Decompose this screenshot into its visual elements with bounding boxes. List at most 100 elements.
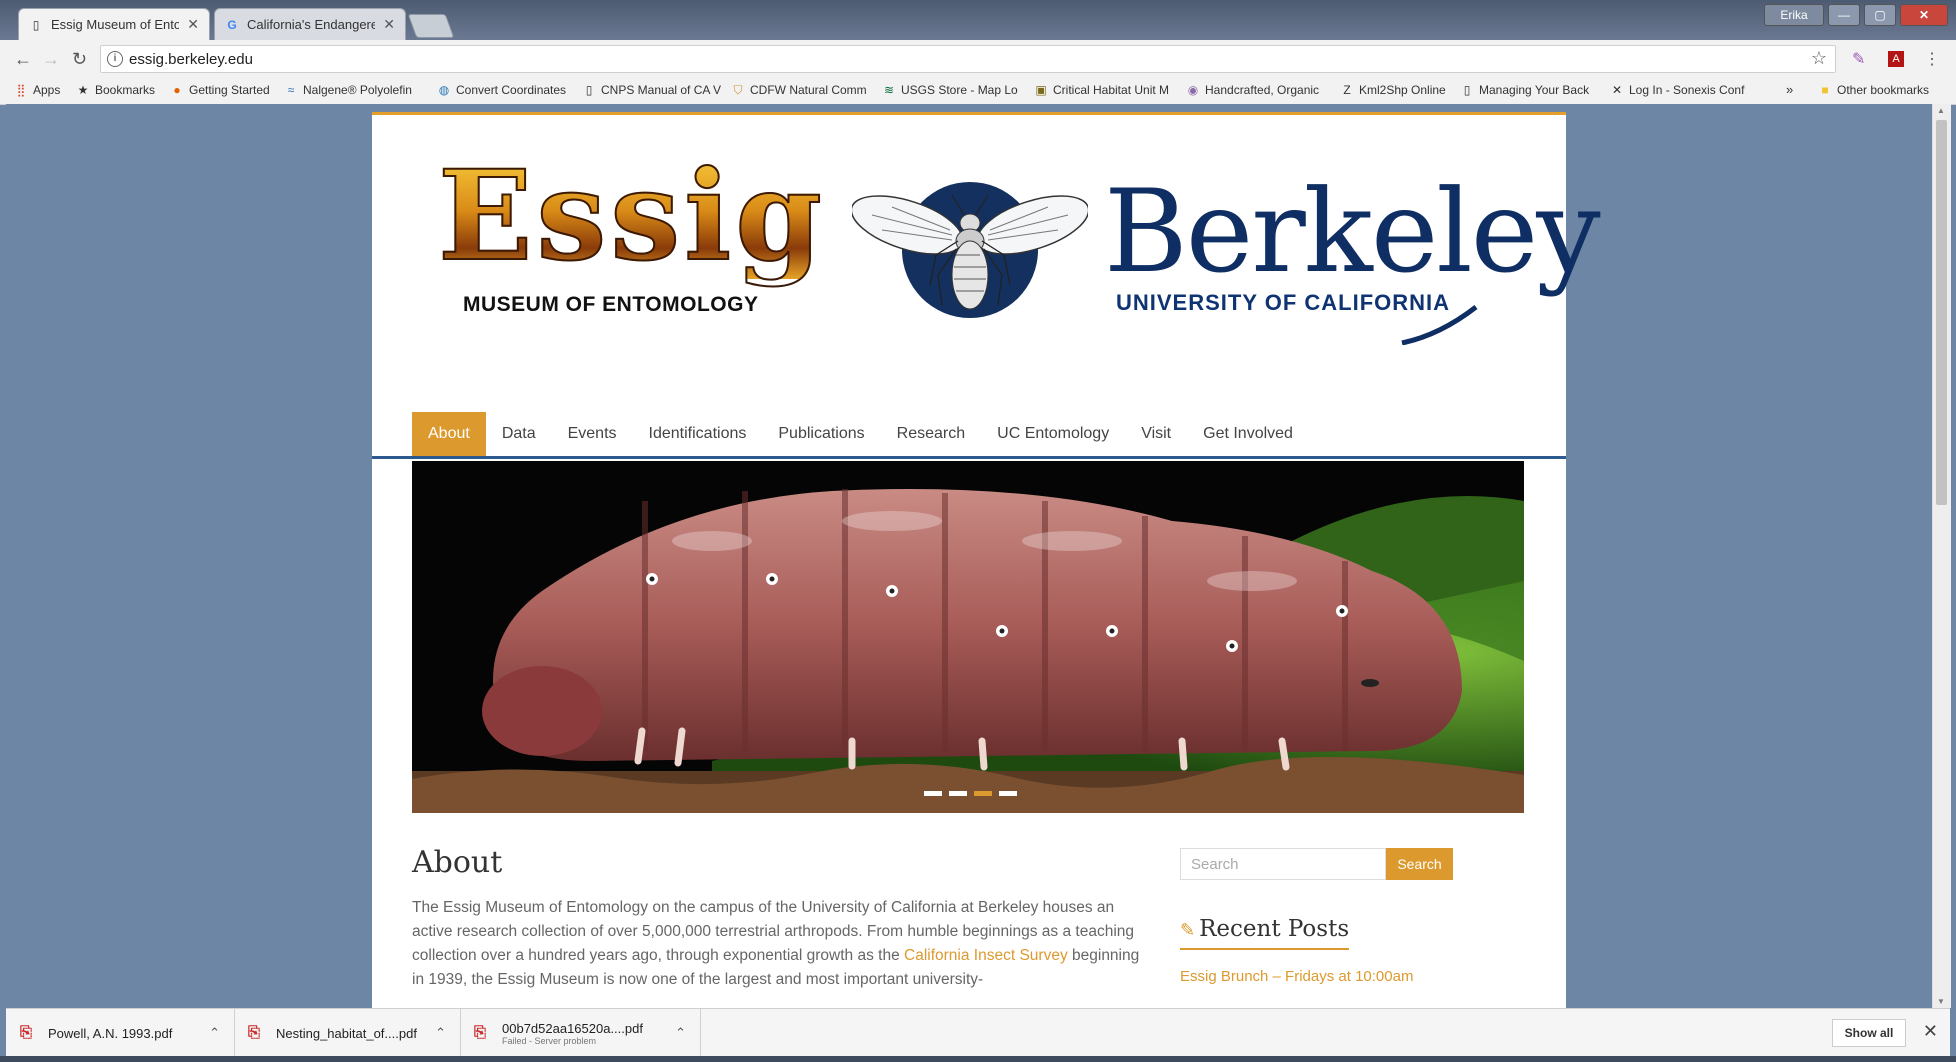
tab-california-endangered[interactable]: G California's Endangered ✕ bbox=[214, 8, 406, 40]
main-content: About The Essig Museum of Entomology on … bbox=[412, 845, 1152, 992]
essig-wordmark: Essig bbox=[437, 144, 826, 289]
search-input[interactable] bbox=[1180, 848, 1386, 880]
chevron-up-icon[interactable]: ⌃ bbox=[675, 1025, 686, 1041]
nav-uc-entomology[interactable]: UC Entomology bbox=[981, 412, 1125, 456]
slider-dot[interactable] bbox=[949, 791, 967, 796]
habitat-icon: ▣ bbox=[1035, 83, 1047, 97]
profile-button[interactable]: Erika bbox=[1764, 4, 1824, 26]
bookmarks-bar: ⣿ Apps ★ Bookmarks ● Getting Started ≈ N… bbox=[0, 78, 1956, 105]
recent-posts-label: Recent Posts bbox=[1199, 916, 1350, 942]
bookmark-label: CDFW Natural Comm bbox=[750, 83, 867, 97]
acrobat-extension-icon[interactable]: A bbox=[1888, 51, 1904, 67]
nav-visit[interactable]: Visit bbox=[1125, 412, 1187, 456]
bookmark-apps[interactable]: ⣿ Apps bbox=[14, 83, 61, 97]
chevron-up-icon[interactable]: ⌃ bbox=[435, 1025, 446, 1041]
main-navigation: About Data Events Identifications Public… bbox=[412, 412, 1309, 456]
shield-icon: ⛉ bbox=[733, 83, 743, 97]
berkeley-wordmark: Berkeley bbox=[1104, 165, 1601, 298]
x-icon: ✕ bbox=[1611, 83, 1623, 97]
download-item-failed[interactable]: ⎘ 00b7d52aa16520a....pdf Failed - Server… bbox=[460, 1009, 701, 1057]
bookmark-label: Log In - Sonexis Conf bbox=[1629, 83, 1745, 97]
recent-post-link[interactable]: Essig Brunch – Fridays at 10:00am bbox=[1180, 968, 1480, 985]
tab-essig[interactable]: ▯ Essig Museum of Entomology ✕ bbox=[18, 8, 210, 40]
nav-data[interactable]: Data bbox=[486, 412, 552, 456]
chevron-up-icon[interactable]: ⌃ bbox=[209, 1025, 220, 1041]
nav-get-involved[interactable]: Get Involved bbox=[1187, 412, 1309, 456]
bookmark-star-icon[interactable]: ☆ bbox=[1811, 48, 1827, 69]
caterpillar-photo bbox=[412, 461, 1524, 813]
nav-research[interactable]: Research bbox=[881, 412, 981, 456]
bookmark-nalgene[interactable]: ≈ Nalgene® Polyolefin bbox=[284, 83, 412, 97]
browser-toolbar: ← → ↻ i essig.berkeley.edu ☆ ✎ A ⋮ bbox=[0, 40, 1956, 79]
pen-extension-icon[interactable]: ✎ bbox=[1852, 49, 1865, 69]
slider-dot[interactable] bbox=[999, 791, 1017, 796]
forward-arrow-icon[interactable]: → bbox=[42, 49, 60, 70]
bookmark-kml2shp[interactable]: Z Kml2Shp Online bbox=[1340, 83, 1446, 97]
bookmark-label: Critical Habitat Unit M bbox=[1053, 83, 1170, 97]
pdf-icon: ⎘ bbox=[248, 1024, 261, 1041]
nav-divider bbox=[372, 456, 1566, 459]
nav-identifications[interactable]: Identifications bbox=[633, 412, 763, 456]
bookmark-getting-started[interactable]: ● Getting Started bbox=[170, 83, 269, 97]
page-icon: ▯ bbox=[1463, 83, 1471, 97]
hero-slider[interactable] bbox=[412, 461, 1524, 813]
california-insect-survey-link[interactable]: California Insect Survey bbox=[904, 947, 1068, 964]
slider-dot-active[interactable] bbox=[974, 791, 992, 796]
download-shelf: ⎘ Powell, A.N. 1993.pdf ⌃ ⎘ Nesting_habi… bbox=[6, 1008, 1950, 1057]
page-scrollbar[interactable]: ▲ ▼ bbox=[1932, 104, 1951, 1008]
back-arrow-icon[interactable]: ← bbox=[14, 49, 32, 70]
download-status: Failed - Server problem bbox=[502, 1035, 597, 1046]
folder-icon: ■ bbox=[1821, 83, 1829, 97]
download-item[interactable]: ⎘ Powell, A.N. 1993.pdf ⌃ bbox=[6, 1009, 235, 1057]
bookmark-label: Kml2Shp Online bbox=[1359, 83, 1446, 97]
google-icon: G bbox=[227, 17, 237, 32]
scrollbar-thumb[interactable] bbox=[1936, 120, 1947, 505]
slider-dot[interactable] bbox=[924, 791, 942, 796]
circle-icon: ◉ bbox=[1187, 83, 1199, 97]
menu-kebab-icon[interactable]: ⋮ bbox=[1924, 49, 1940, 69]
star-icon: ★ bbox=[77, 83, 89, 97]
page-icon: ▯ bbox=[585, 83, 593, 97]
bookmark-bookmarks[interactable]: ★ Bookmarks bbox=[76, 83, 155, 97]
bookmark-handcrafted[interactable]: ◉ Handcrafted, Organic bbox=[1186, 83, 1319, 97]
download-item[interactable]: ⎘ Nesting_habitat_of....pdf ⌃ bbox=[234, 1009, 461, 1057]
close-icon[interactable]: ✕ bbox=[187, 16, 199, 33]
nav-publications[interactable]: Publications bbox=[762, 412, 880, 456]
bookmark-cdfw[interactable]: ⛉ CDFW Natural Comm bbox=[731, 83, 867, 97]
bookmark-cnps[interactable]: ▯ CNPS Manual of CA V bbox=[582, 83, 721, 97]
other-bookmarks[interactable]: ■ Other bookmarks bbox=[1818, 83, 1929, 97]
search-form: Search bbox=[1180, 848, 1480, 880]
site-header-logo[interactable]: Essig MUSEUM OF ENTOMOLOGY Berkeley UNIV… bbox=[372, 115, 1601, 455]
bookmark-sonexis[interactable]: ✕ Log In - Sonexis Conf bbox=[1610, 83, 1744, 97]
bookmark-label: Handcrafted, Organic bbox=[1205, 83, 1320, 97]
reload-icon[interactable]: ↻ bbox=[72, 49, 87, 70]
search-button[interactable]: Search bbox=[1386, 848, 1453, 880]
maximize-button[interactable]: ▢ bbox=[1864, 4, 1896, 26]
close-icon[interactable]: ✕ bbox=[1923, 1021, 1938, 1042]
pdf-icon: ⎘ bbox=[20, 1024, 33, 1041]
address-bar[interactable]: i essig.berkeley.edu ☆ bbox=[100, 45, 1836, 73]
bookmark-usgs[interactable]: ≋ USGS Store - Map Lo bbox=[882, 83, 1018, 97]
page-title: About bbox=[412, 845, 503, 880]
tab-title: California's Endangered bbox=[247, 17, 376, 32]
nav-events[interactable]: Events bbox=[552, 412, 633, 456]
bookmark-critical-habitat[interactable]: ▣ Critical Habitat Unit M bbox=[1034, 83, 1169, 97]
firefox-icon: ● bbox=[173, 83, 181, 97]
info-icon[interactable]: i bbox=[107, 51, 123, 67]
nav-about[interactable]: About bbox=[412, 412, 486, 456]
scroll-up-icon[interactable]: ▲ bbox=[1937, 106, 1945, 115]
show-all-downloads-button[interactable]: Show all bbox=[1832, 1019, 1906, 1047]
site-container: Essig MUSEUM OF ENTOMOLOGY Berkeley UNIV… bbox=[372, 112, 1601, 1008]
close-icon[interactable]: ✕ bbox=[383, 16, 395, 33]
close-window-button[interactable]: ✕ bbox=[1900, 4, 1948, 26]
scroll-down-icon[interactable]: ▼ bbox=[1937, 997, 1945, 1006]
new-tab-button[interactable] bbox=[407, 14, 455, 38]
bookmark-label: Nalgene® Polyolefin bbox=[303, 83, 412, 97]
bookmark-managing-your-back[interactable]: ▯ Managing Your Back bbox=[1460, 83, 1589, 97]
bookmark-label: Managing Your Back bbox=[1479, 83, 1590, 97]
berkeley-flourish-icon bbox=[1401, 305, 1478, 345]
bookmark-convert-coordinates[interactable]: ◍ Convert Coordinates bbox=[437, 83, 566, 97]
bookmarks-overflow-button[interactable]: » bbox=[1786, 82, 1793, 97]
slider-pagination bbox=[924, 791, 1017, 796]
minimize-button[interactable]: — bbox=[1828, 4, 1860, 26]
